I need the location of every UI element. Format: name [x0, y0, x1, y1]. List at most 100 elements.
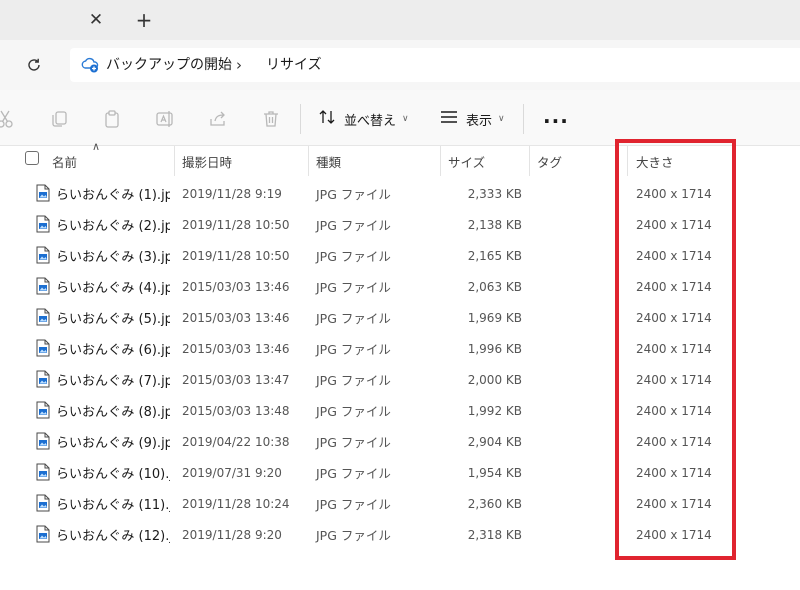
address-row: バックアップの開始 › リサイズ — [0, 40, 800, 90]
breadcrumb-separator: › — [236, 56, 242, 74]
share-icon[interactable] — [207, 108, 229, 130]
file-size: 1,992 KB — [467, 403, 522, 418]
copy-icon[interactable] — [48, 108, 70, 130]
file-date-taken: 2019/11/28 10:50 — [182, 217, 290, 232]
file-name: らいおんぐみ (8).jpg — [56, 405, 170, 420]
file-date-taken: 2019/11/28 10:24 — [182, 496, 290, 511]
column-header-size[interactable]: サイズ — [448, 146, 485, 176]
breadcrumb-resize[interactable]: リサイズ — [266, 56, 322, 74]
column-divider[interactable] — [308, 146, 309, 176]
view-label: 表示 — [466, 113, 493, 129]
cloud-folder-icon — [80, 56, 100, 74]
jpg-file-icon — [36, 401, 50, 419]
file-type: JPG ファイル — [316, 373, 391, 388]
breadcrumb-backup[interactable]: バックアップの開始 — [106, 56, 232, 74]
view-list-icon — [440, 110, 458, 128]
view-button[interactable]: 表示 ∨ — [440, 107, 505, 131]
cut-icon[interactable] — [0, 108, 16, 130]
file-type: JPG ファイル — [316, 218, 391, 233]
file-size: 1,969 KB — [467, 310, 522, 325]
file-date-taken: 2019/11/28 9:19 — [182, 186, 282, 201]
file-type: JPG ファイル — [316, 466, 391, 481]
file-type: JPG ファイル — [316, 187, 391, 202]
jpg-file-icon — [36, 246, 50, 264]
file-name: らいおんぐみ (1).jpg — [56, 188, 170, 203]
jpg-file-icon — [36, 494, 50, 512]
sort-button[interactable]: 並べ替え ∨ — [318, 107, 409, 131]
file-name: らいおんぐみ (4).jpg — [56, 281, 170, 296]
file-type: JPG ファイル — [316, 528, 391, 543]
chevron-down-icon: ∨ — [402, 114, 409, 124]
command-bar: 並べ替え ∨ 表示 ∨ ... — [0, 90, 800, 146]
paste-icon[interactable] — [101, 108, 123, 130]
sort-icon — [318, 109, 336, 129]
file-size: 2,333 KB — [467, 186, 522, 201]
refresh-icon[interactable] — [22, 53, 46, 77]
tab-strip: ✕ + — [0, 0, 800, 40]
command-separator — [300, 104, 301, 134]
file-name: らいおんぐみ (6).jpg — [56, 343, 170, 358]
sort-ascending-icon: ∧ — [92, 140, 101, 153]
file-name: らいおんぐみ (11).j... — [56, 498, 170, 513]
jpg-file-icon — [36, 432, 50, 450]
file-size: 2,000 KB — [467, 372, 522, 387]
file-name: らいおんぐみ (3).jpg — [56, 250, 170, 265]
sort-label: 並べ替え — [344, 113, 397, 129]
file-type: JPG ファイル — [316, 404, 391, 419]
select-all-checkbox[interactable] — [25, 151, 39, 165]
close-tab-icon[interactable]: ✕ — [84, 8, 108, 32]
file-date-taken: 2019/07/31 9:20 — [182, 465, 282, 480]
more-options-icon[interactable]: ... — [543, 106, 569, 126]
column-header-name[interactable]: 名前 — [52, 146, 77, 176]
file-size: 2,138 KB — [467, 217, 522, 232]
command-separator — [523, 104, 524, 134]
file-type: JPG ファイル — [316, 497, 391, 512]
file-name: らいおんぐみ (5).jpg — [56, 312, 170, 327]
file-size: 2,318 KB — [467, 527, 522, 542]
file-size: 2,904 KB — [467, 434, 522, 449]
address-bar[interactable]: バックアップの開始 › リサイズ — [70, 48, 800, 82]
file-date-taken: 2015/03/03 13:46 — [182, 310, 290, 325]
file-size: 2,063 KB — [467, 279, 522, 294]
jpg-file-icon — [36, 308, 50, 326]
jpg-file-icon — [36, 463, 50, 481]
file-size: 1,996 KB — [467, 341, 522, 356]
jpg-file-icon — [36, 370, 50, 388]
file-type: JPG ファイル — [316, 280, 391, 295]
delete-icon[interactable] — [260, 108, 282, 130]
file-name: らいおんぐみ (10).j... — [56, 467, 170, 482]
file-date-taken: 2019/04/22 10:38 — [182, 434, 290, 449]
column-header-tag[interactable]: タグ — [537, 146, 562, 176]
jpg-file-icon — [36, 525, 50, 543]
column-header-date[interactable]: 撮影日時 — [182, 146, 232, 176]
file-type: JPG ファイル — [316, 249, 391, 264]
file-date-taken: 2015/03/03 13:48 — [182, 403, 290, 418]
file-date-taken: 2015/03/03 13:47 — [182, 372, 290, 387]
dimensions-column-highlight — [615, 139, 736, 560]
file-name: らいおんぐみ (7).jpg — [56, 374, 170, 389]
file-name: らいおんぐみ (2).jpg — [56, 219, 170, 234]
file-size: 1,954 KB — [467, 465, 522, 480]
rename-icon[interactable] — [154, 108, 176, 130]
jpg-file-icon — [36, 277, 50, 295]
column-divider[interactable] — [174, 146, 175, 176]
file-type: JPG ファイル — [316, 342, 391, 357]
file-name: らいおんぐみ (9).jpg — [56, 436, 170, 451]
file-name: らいおんぐみ (12).j... — [56, 529, 170, 544]
column-divider[interactable] — [529, 146, 530, 176]
file-date-taken: 2015/03/03 13:46 — [182, 279, 290, 294]
file-date-taken: 2019/11/28 9:20 — [182, 527, 282, 542]
file-type: JPG ファイル — [316, 435, 391, 450]
file-date-taken: 2015/03/03 13:46 — [182, 341, 290, 356]
jpg-file-icon — [36, 184, 50, 202]
file-size: 2,165 KB — [467, 248, 522, 263]
file-type: JPG ファイル — [316, 311, 391, 326]
jpg-file-icon — [36, 339, 50, 357]
file-size: 2,360 KB — [467, 496, 522, 511]
column-header-type[interactable]: 種類 — [316, 146, 341, 176]
file-date-taken: 2019/11/28 10:50 — [182, 248, 290, 263]
jpg-file-icon — [36, 215, 50, 233]
column-divider[interactable] — [440, 146, 441, 176]
chevron-down-icon: ∨ — [498, 114, 505, 124]
new-tab-icon[interactable]: + — [132, 8, 156, 32]
